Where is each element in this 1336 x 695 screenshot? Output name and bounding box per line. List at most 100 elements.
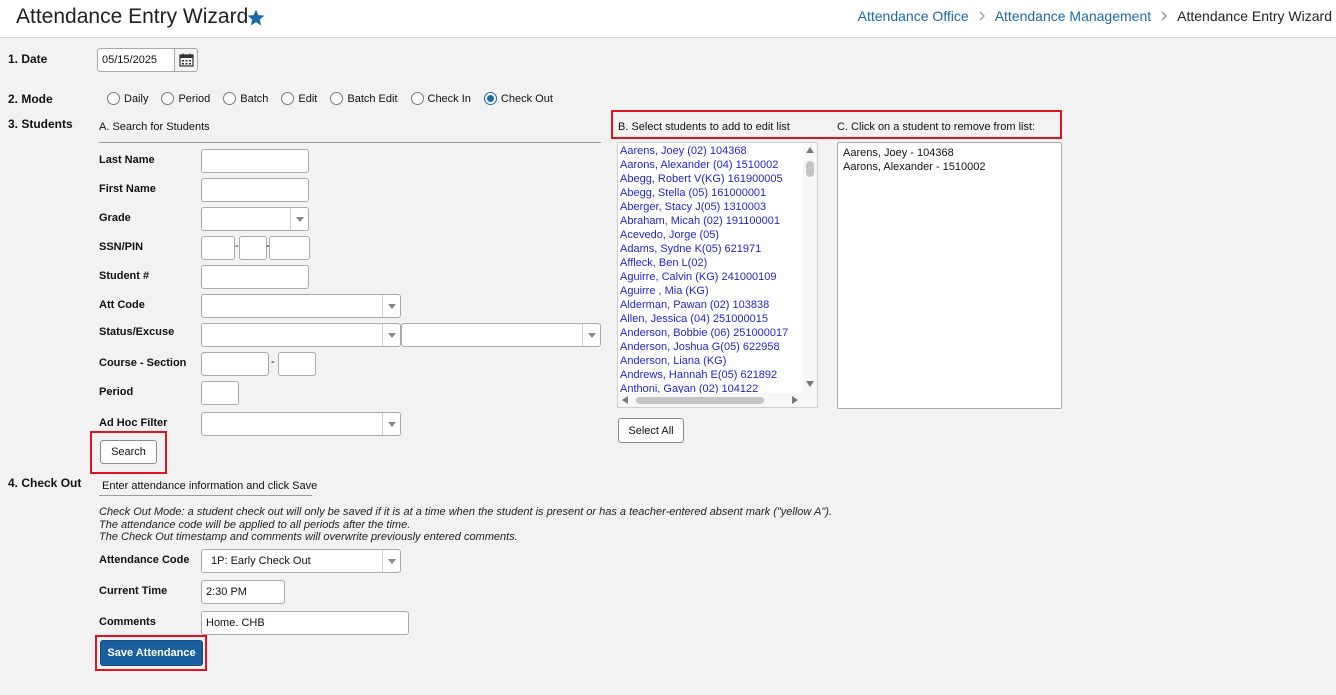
calendar-icon (178, 53, 194, 67)
ssn-part-2-input[interactable] (239, 236, 267, 260)
mode-option-label: Check Out (500, 92, 553, 105)
page-header: Attendance Entry Wizard Attendance Offic… (0, 0, 1336, 38)
course-section-separator: - (271, 356, 275, 368)
mode-section-label: 2. Mode (8, 92, 53, 106)
mode-option-label: Batch Edit (347, 92, 398, 105)
list-item[interactable]: Alderman, Pawan (02) 103838 (618, 298, 817, 312)
scroll-up-icon[interactable] (806, 147, 814, 153)
remove-students-header: C. Click on a student to remove from lis… (837, 121, 1036, 133)
list-item[interactable]: Affleck, Ben L(02) (618, 256, 817, 270)
radio-batch-edit[interactable] (330, 92, 344, 105)
mode-option-batch-edit[interactable]: Batch Edit (330, 92, 398, 105)
chevron-down-icon (382, 413, 400, 435)
star-icon[interactable] (246, 8, 266, 28)
list-item[interactable]: Aguirre , Mia (KG) (618, 284, 817, 298)
first-name-input[interactable] (201, 178, 309, 202)
chevron-right-icon (1161, 11, 1168, 21)
search-button[interactable]: Search (100, 440, 157, 464)
excuse-select[interactable] (401, 323, 601, 347)
page-title: Attendance Entry Wizard (16, 5, 249, 28)
info-line: The attendance code will be applied to a… (99, 518, 411, 531)
mode-option-check-in[interactable]: Check In (410, 92, 471, 105)
breadcrumb-current: Attendance Entry Wizard (1177, 8, 1332, 24)
list-item[interactable]: Aarons, Alexander (04) 1510002 (618, 158, 817, 172)
mode-option-daily[interactable]: Daily (107, 92, 148, 105)
mode-option-label: Check In (427, 92, 471, 105)
mode-option-label: Batch (240, 92, 269, 105)
list-item[interactable]: Anderson, Joshua G(05) 622958 (618, 340, 817, 354)
list-item[interactable]: Aarons, Alexander - 1510002 (843, 160, 1056, 174)
available-students-list[interactable]: Aarens, Joey (02) 104368 Aarons, Alexand… (617, 142, 818, 408)
comments-input[interactable] (201, 611, 409, 635)
mode-option-label: Edit (298, 92, 318, 105)
list-item[interactable]: Abegg, Robert V(KG) 161900005 (618, 172, 817, 186)
ad-hoc-filter-label: Ad Hoc Filter (99, 417, 168, 429)
list-item[interactable]: Allen, Jessica (04) 251000015 (618, 312, 817, 326)
horizontal-scrollbar[interactable] (618, 393, 817, 407)
calendar-button[interactable] (174, 48, 198, 72)
list-item[interactable]: Adams, Sydne K(05) 621971 (618, 242, 817, 256)
last-name-input[interactable] (201, 149, 309, 173)
attendance-code-label: Attendance Code (99, 554, 190, 566)
mode-option-batch[interactable]: Batch (223, 92, 268, 105)
chevron-down-icon (290, 208, 308, 230)
status-excuse-label: Status/Excuse (99, 326, 175, 338)
att-code-select[interactable] (201, 294, 401, 318)
status-select[interactable] (201, 323, 401, 347)
divider (99, 142, 601, 143)
course-input[interactable] (201, 352, 269, 376)
scroll-left-icon[interactable] (622, 396, 628, 404)
scroll-right-icon[interactable] (792, 396, 798, 404)
ssn-part-3-input[interactable] (269, 236, 310, 260)
attendance-code-select[interactable]: 1P: Early Check Out (201, 549, 401, 573)
list-item[interactable]: Aarens, Joey - 104368 (843, 146, 1056, 160)
info-line: Check Out Mode: a student check out will… (99, 506, 832, 518)
radio-check-out[interactable] (483, 92, 497, 105)
radio-batch[interactable] (223, 92, 237, 105)
course-section-label: Course - Section (99, 357, 187, 369)
list-item[interactable]: Aberger, Stacy J(05) 1310003 (618, 200, 817, 214)
section-input[interactable] (278, 352, 316, 376)
grade-label: Grade (99, 212, 131, 224)
breadcrumb-attendance-management[interactable]: Attendance Management (995, 8, 1151, 24)
grade-select[interactable] (201, 207, 309, 231)
list-item[interactable]: Abegg, Stella (05) 161000001 (618, 186, 817, 200)
mode-option-period[interactable]: Period (161, 92, 210, 105)
student-number-input[interactable] (201, 265, 309, 289)
select-all-button[interactable]: Select All (618, 418, 684, 443)
radio-period[interactable] (161, 92, 175, 105)
checkout-info-text: Check Out Mode: a student check out will… (99, 506, 832, 544)
list-item[interactable]: Abraham, Micah (02) 191100001 (618, 214, 817, 228)
date-input[interactable] (97, 48, 175, 72)
chevron-down-icon (382, 295, 400, 317)
mode-option-edit[interactable]: Edit (281, 92, 317, 105)
breadcrumb-attendance-office[interactable]: Attendance Office (858, 8, 969, 24)
selected-students-list[interactable]: Aarens, Joey - 104368 Aarons, Alexander … (837, 142, 1062, 409)
scrollbar-thumb[interactable] (636, 397, 764, 404)
list-item[interactable]: Acevedo, Jorge (05) (618, 228, 817, 242)
list-item[interactable]: Anderson, Bobbie (06) 251000017 (618, 326, 817, 340)
current-time-input[interactable] (201, 580, 285, 604)
save-attendance-button[interactable]: Save Attendance (100, 640, 203, 666)
students-section-label: 3. Students (8, 117, 73, 131)
period-input[interactable] (201, 381, 239, 405)
list-item[interactable]: Andrews, Hannah E(05) 621892 (618, 368, 817, 382)
list-item[interactable]: Anderson, Liana (KG) (618, 354, 817, 368)
radio-check-in[interactable] (410, 92, 424, 105)
mode-option-label: Period (178, 92, 211, 105)
list-item[interactable]: Aarens, Joey (02) 104368 (618, 144, 817, 158)
divider (99, 495, 312, 496)
info-line: The Check Out timestamp and comments wil… (99, 531, 518, 543)
scroll-down-icon[interactable] (806, 381, 814, 387)
vertical-scrollbar[interactable] (803, 143, 817, 395)
list-item[interactable]: Aguirre, Calvin (KG) 241000109 (618, 270, 817, 284)
mode-option-check-out[interactable]: Check Out (483, 92, 553, 105)
breadcrumb: Attendance Office Attendance Management … (858, 8, 1332, 24)
first-name-label: First Name (99, 183, 156, 195)
ssn-part-1-input[interactable] (201, 236, 235, 260)
radio-edit[interactable] (281, 92, 295, 105)
scrollbar-thumb[interactable] (806, 161, 814, 177)
ad-hoc-filter-select[interactable] (201, 412, 401, 436)
last-name-label: Last Name (99, 154, 155, 166)
radio-daily[interactable] (107, 92, 120, 105)
